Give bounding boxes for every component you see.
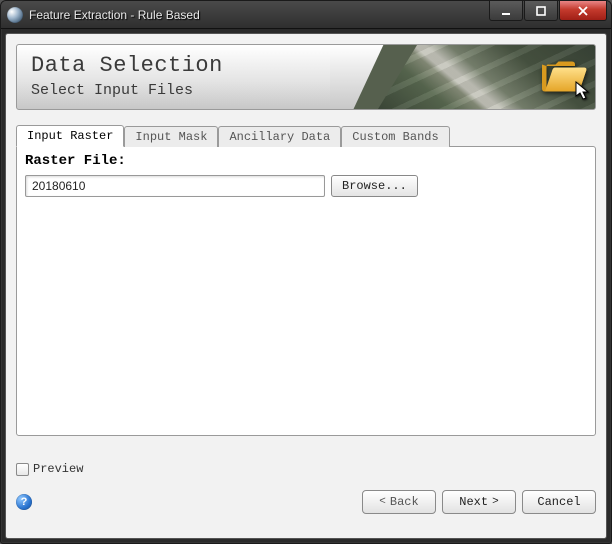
close-icon bbox=[577, 5, 589, 17]
minimize-icon bbox=[500, 5, 512, 17]
banner-image bbox=[330, 45, 595, 109]
maximize-button[interactable] bbox=[524, 1, 558, 21]
window-title: Feature Extraction - Rule Based bbox=[29, 8, 200, 22]
tab-input-mask[interactable]: Input Mask bbox=[124, 126, 218, 147]
client-area: Data Selection Select Input Files bbox=[5, 33, 607, 539]
page-subtitle: Select Input Files bbox=[31, 82, 316, 99]
preview-checkbox[interactable] bbox=[16, 463, 29, 476]
help-icon[interactable]: ? bbox=[16, 494, 32, 510]
back-button[interactable]: < Back bbox=[362, 490, 436, 514]
next-button-label: Next bbox=[459, 495, 488, 509]
cancel-button-label: Cancel bbox=[537, 495, 580, 509]
maximize-icon bbox=[535, 5, 547, 17]
preview-label: Preview bbox=[33, 462, 83, 476]
app-window: Feature Extraction - Rule Based Data Sel… bbox=[0, 0, 612, 544]
chevron-left-icon: < bbox=[379, 497, 386, 508]
title-bar[interactable]: Feature Extraction - Rule Based bbox=[1, 1, 611, 29]
back-button-label: Back bbox=[390, 495, 419, 509]
chevron-right-icon: > bbox=[492, 497, 499, 508]
tab-strip: Input Raster Input Mask Ancillary Data C… bbox=[16, 124, 596, 146]
tab-input-raster[interactable]: Input Raster bbox=[16, 125, 124, 147]
minimize-button[interactable] bbox=[489, 1, 523, 21]
header-banner: Data Selection Select Input Files bbox=[16, 44, 596, 110]
tab-ancillary-data[interactable]: Ancillary Data bbox=[218, 126, 341, 147]
preview-row: Preview bbox=[16, 462, 596, 476]
next-button[interactable]: Next > bbox=[442, 490, 516, 514]
window-controls bbox=[489, 1, 611, 28]
tab-panel: Raster File: Browse... bbox=[16, 146, 596, 436]
cancel-button[interactable]: Cancel bbox=[522, 490, 596, 514]
browse-button-label: Browse... bbox=[342, 179, 407, 193]
raster-file-input[interactable] bbox=[25, 175, 325, 197]
app-icon bbox=[7, 7, 23, 23]
page-title: Data Selection bbox=[31, 53, 316, 78]
raster-file-label: Raster File: bbox=[25, 153, 587, 169]
footer: ? < Back Next > Cancel bbox=[16, 490, 596, 514]
folder-open-icon bbox=[539, 55, 587, 95]
close-button[interactable] bbox=[559, 1, 607, 21]
browse-button[interactable]: Browse... bbox=[331, 175, 418, 197]
tab-custom-bands[interactable]: Custom Bands bbox=[341, 126, 449, 147]
